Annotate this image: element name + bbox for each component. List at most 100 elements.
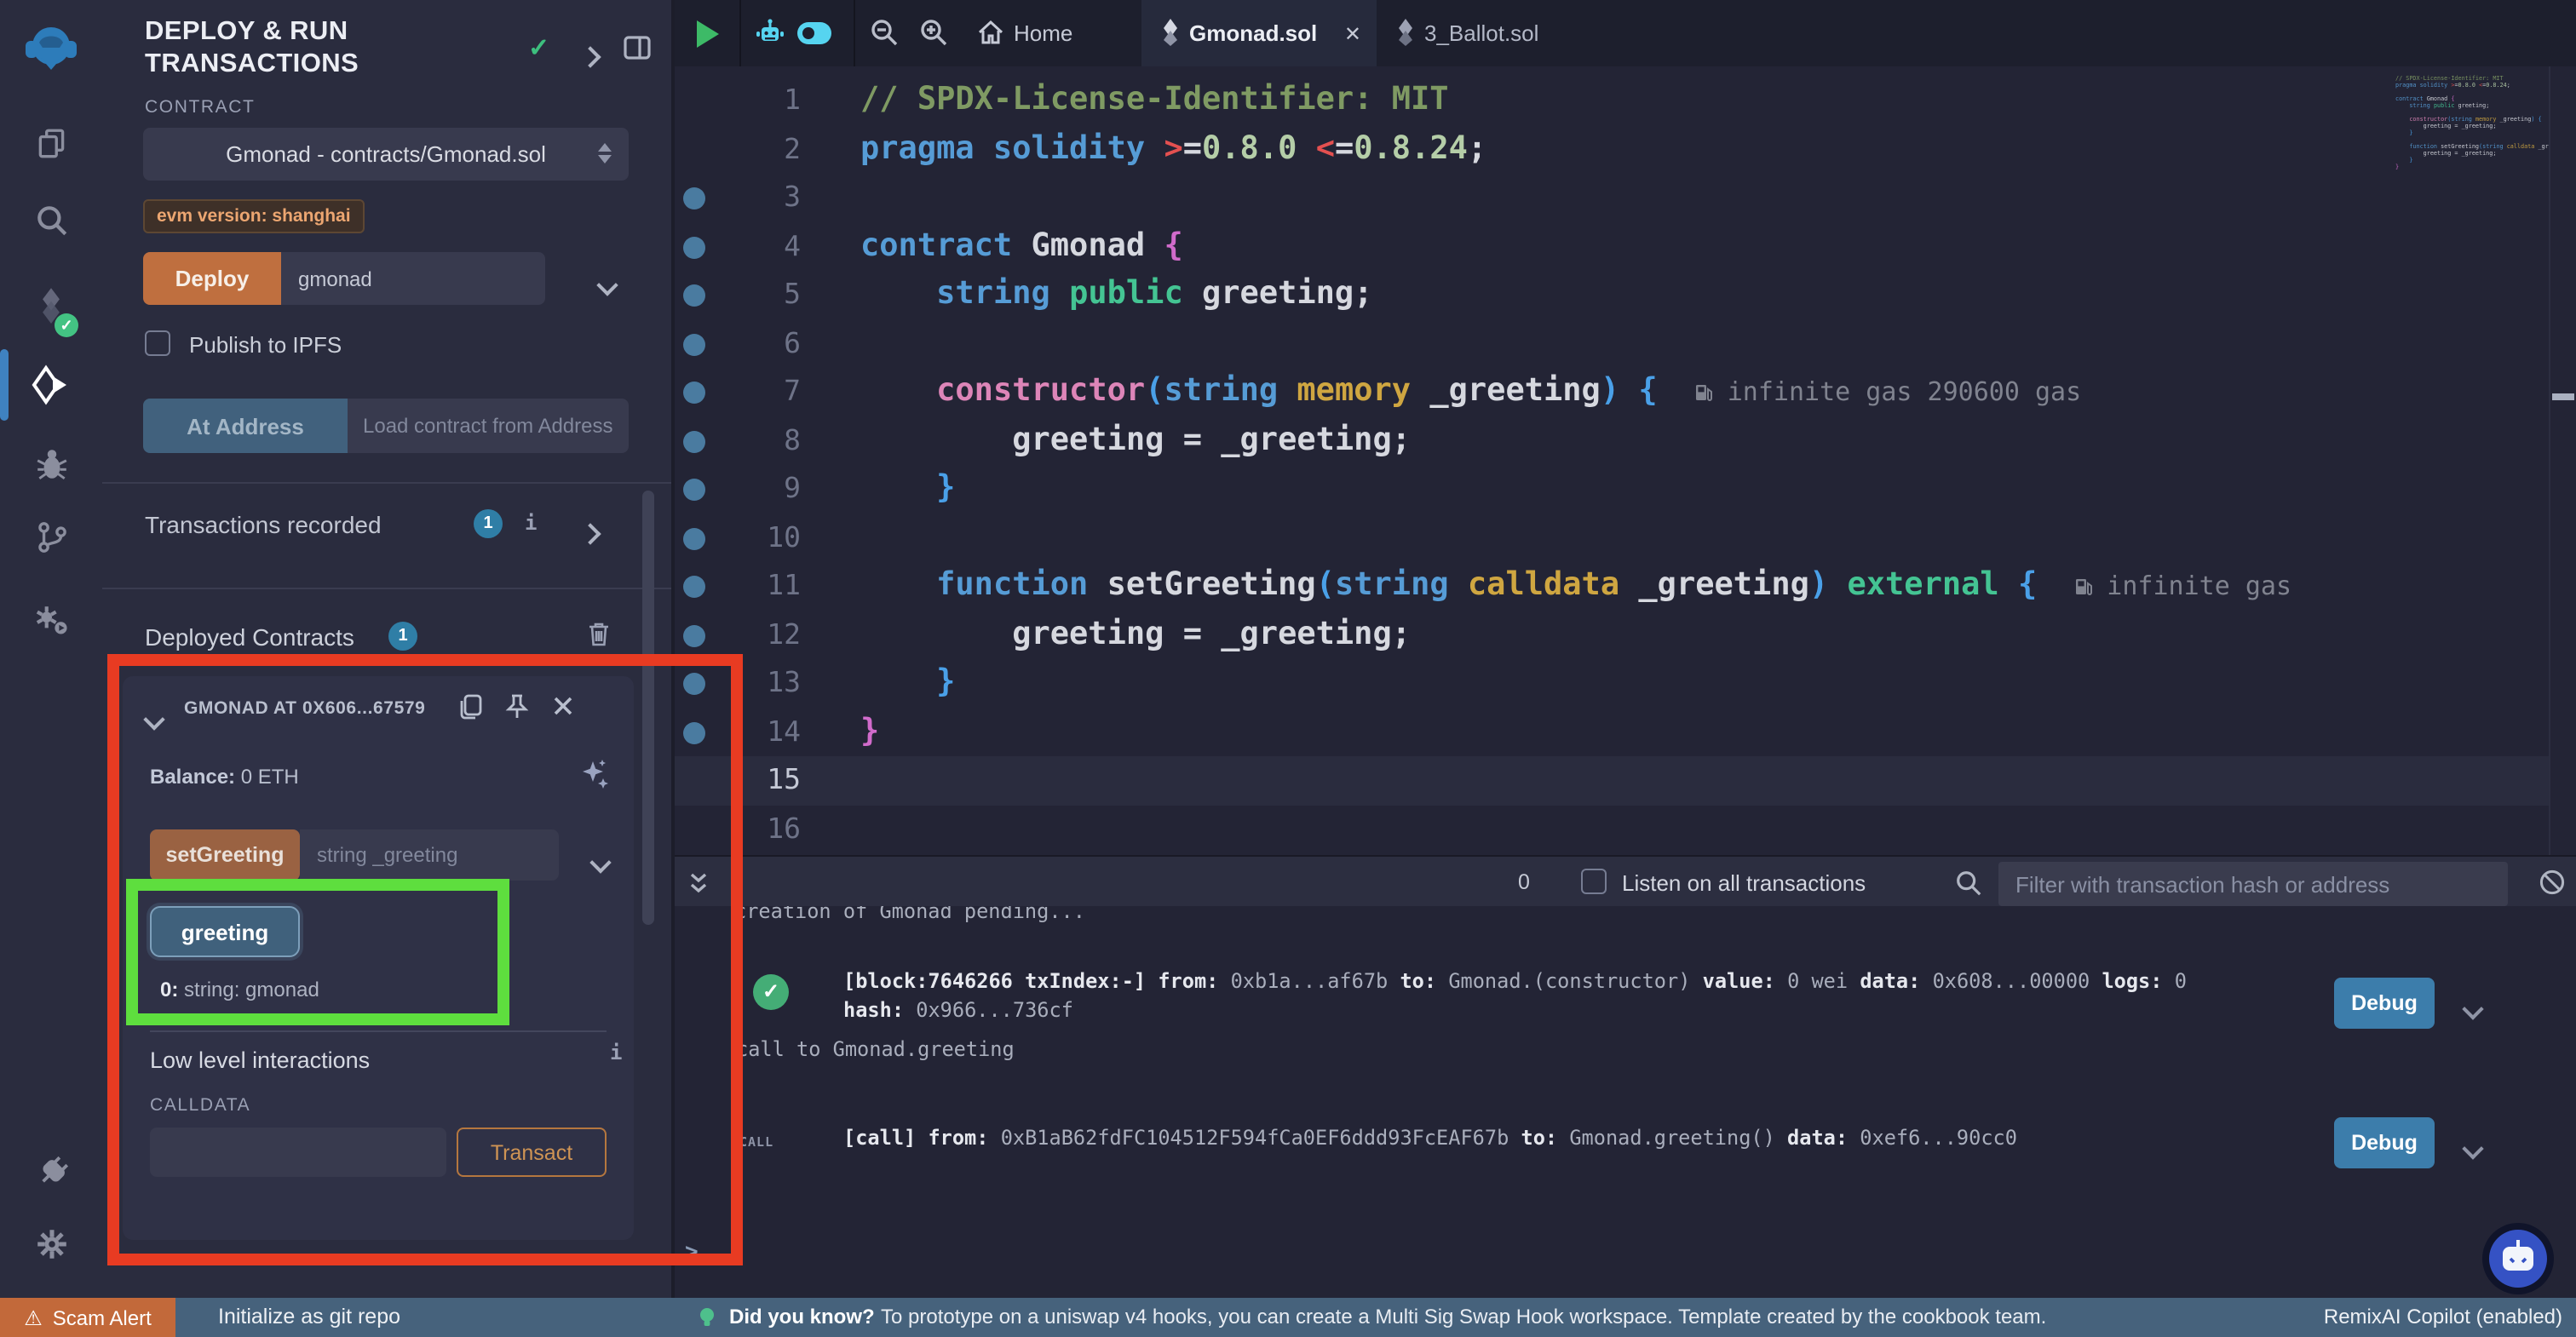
settings-run-icon[interactable] <box>0 601 102 640</box>
listen-label[interactable]: Listen on all transactions <box>1622 870 1866 896</box>
line-number[interactable]: 16 <box>671 805 814 853</box>
scam-alert-button[interactable]: ⚠Scam Alert <box>0 1298 175 1337</box>
code-line[interactable]: function setGreeting(string calldata _gr… <box>860 562 2291 611</box>
greeting-button[interactable]: greeting <box>150 906 300 957</box>
line-number[interactable]: 14 <box>671 708 814 756</box>
code-line[interactable] <box>860 319 2291 368</box>
debugger-icon[interactable] <box>0 446 102 482</box>
at-address-button[interactable]: At Address <box>143 399 348 453</box>
line-numbers[interactable]: 1234567891011121314151617 <box>671 77 814 855</box>
code-line[interactable]: // SPDX-License-Identifier: MIT <box>860 77 2291 125</box>
pin-contract-icon[interactable] <box>504 693 530 720</box>
low-level-info-icon[interactable]: i <box>610 1041 622 1064</box>
zoom-in-icon[interactable] <box>918 17 949 48</box>
code-line[interactable]: } <box>860 708 2291 756</box>
clear-console-icon[interactable] <box>2539 869 2566 896</box>
line-number[interactable]: 5 <box>671 271 814 319</box>
line-number[interactable]: 6 <box>671 319 814 368</box>
git-init-button[interactable]: Initialize as git repo <box>218 1305 400 1328</box>
code-line[interactable] <box>860 514 2291 562</box>
clear-deployed-trash-icon[interactable] <box>586 620 612 647</box>
plugin-manager-icon[interactable] <box>0 1153 102 1192</box>
tx-log-entry[interactable]: [block:7646266 txIndex:-] from: 0xb1a...… <box>843 967 2343 1025</box>
terminal[interactable]: creation of Gmonad pending... ✓ [block:7… <box>671 906 2576 1298</box>
code-line[interactable]: constructor(string memory _greeting) { i… <box>860 368 2291 416</box>
call-log-entry[interactable]: [call] from: 0xB1aB62fdFC104512F594fCa0E… <box>843 1126 2411 1150</box>
code-line[interactable]: } <box>860 659 2291 708</box>
terminal-prompt[interactable]: > <box>685 1240 699 1265</box>
setgreeting-expand-icon[interactable] <box>593 848 608 879</box>
transactions-info-icon[interactable]: i <box>525 511 537 535</box>
log-expand-icon[interactable] <box>2465 991 2481 1024</box>
home-icon[interactable] <box>976 19 1005 46</box>
remix-logo-icon[interactable] <box>0 20 102 78</box>
terminal-expand-icon[interactable] <box>687 870 710 896</box>
setgreeting-button[interactable]: setGreeting <box>150 829 300 881</box>
remix-ai-assistant-button[interactable] <box>2481 1221 2556 1296</box>
minimap[interactable]: // SPDX-License-Identifier: MITpragma so… <box>2395 75 2549 191</box>
copilot-status[interactable]: RemixAI Copilot (enabled) <box>2324 1305 2562 1328</box>
source-control-icon[interactable] <box>0 519 102 555</box>
file-explorer-icon[interactable] <box>0 126 102 162</box>
zoom-out-icon[interactable] <box>869 17 900 48</box>
line-number[interactable]: 3 <box>671 174 814 222</box>
line-number[interactable]: 13 <box>671 659 814 708</box>
copilot-toggle-icon[interactable] <box>797 22 831 44</box>
contract-collapse-icon[interactable] <box>147 705 162 736</box>
terminal-filter-input[interactable] <box>1998 862 2508 906</box>
tab-home[interactable]: Home <box>1014 20 1072 46</box>
ai-sparkles-icon[interactable] <box>579 758 610 792</box>
calldata-input[interactable] <box>150 1128 446 1177</box>
panel-layout-icon[interactable] <box>624 36 651 60</box>
deploy-expand-icon[interactable] <box>600 271 615 301</box>
contract-instance-title[interactable]: GMONAD AT 0X606...67579 <box>184 698 440 719</box>
transact-button[interactable]: Transact <box>457 1128 607 1177</box>
line-number[interactable]: 4 <box>671 222 814 271</box>
contract-select[interactable]: Gmonad - contracts/Gmonad.sol <box>143 128 629 181</box>
line-number[interactable]: 15 <box>671 756 814 805</box>
log-expand-icon[interactable] <box>2465 1131 2481 1163</box>
line-number[interactable]: 8 <box>671 416 814 465</box>
remove-contract-icon[interactable] <box>552 695 574 717</box>
code-content[interactable]: // SPDX-License-Identifier: MITpragma so… <box>860 77 2291 855</box>
code-line[interactable] <box>860 174 2291 222</box>
line-number[interactable]: 12 <box>671 611 814 659</box>
run-script-play-icon[interactable] <box>697 20 719 48</box>
line-number[interactable]: 11 <box>671 562 814 611</box>
publish-ipfs-checkbox[interactable] <box>145 330 170 356</box>
transactions-expand-icon[interactable] <box>583 519 598 550</box>
deploy-button[interactable]: Deploy <box>143 252 281 305</box>
at-address-input[interactable] <box>348 399 629 453</box>
listen-checkbox[interactable] <box>1581 869 1607 894</box>
debug-button[interactable]: Debug <box>2334 1117 2435 1168</box>
solidity-compiler-icon[interactable] <box>0 286 102 324</box>
code-line[interactable]: greeting = _greeting; <box>860 416 2291 465</box>
code-line[interactable] <box>860 805 2291 853</box>
code-line[interactable]: } <box>860 465 2291 514</box>
line-number[interactable]: 1 <box>671 77 814 125</box>
code-line[interactable]: greeting = _greeting; <box>860 611 2291 659</box>
panel-scrollbar[interactable] <box>642 491 654 925</box>
code-line[interactable]: string public greeting; <box>860 271 2291 319</box>
setgreeting-input[interactable] <box>300 829 559 881</box>
panel-collapse-icon[interactable] <box>583 43 598 73</box>
code-line[interactable]: contract Gmonad { <box>860 222 2291 271</box>
line-number[interactable]: 9 <box>671 465 814 514</box>
copy-address-icon[interactable] <box>457 693 484 720</box>
search-icon[interactable] <box>0 203 102 238</box>
code-line[interactable] <box>860 756 2291 805</box>
ai-robot-icon[interactable] <box>755 17 785 48</box>
line-number[interactable]: 2 <box>671 125 814 174</box>
divider <box>2549 66 2550 855</box>
deploy-args-input[interactable] <box>281 252 545 305</box>
close-tab-icon[interactable]: ✕ <box>1344 22 1361 46</box>
debug-button[interactable]: Debug <box>2334 978 2435 1029</box>
tab-3-ballot-sol[interactable]: 3_Ballot.sol <box>1377 0 1598 66</box>
line-number[interactable]: 7 <box>671 368 814 416</box>
deploy-run-icon[interactable] <box>0 364 102 405</box>
tab-gmonad-sol[interactable]: Gmonad.sol ✕ <box>1141 0 1377 66</box>
code-line[interactable]: pragma solidity >=0.8.0 <=0.8.24; <box>860 125 2291 174</box>
line-number[interactable]: 10 <box>671 514 814 562</box>
code-editor[interactable]: 1234567891011121314151617 // SPDX-Licens… <box>671 66 2576 855</box>
settings-gear-icon[interactable] <box>0 1226 102 1262</box>
